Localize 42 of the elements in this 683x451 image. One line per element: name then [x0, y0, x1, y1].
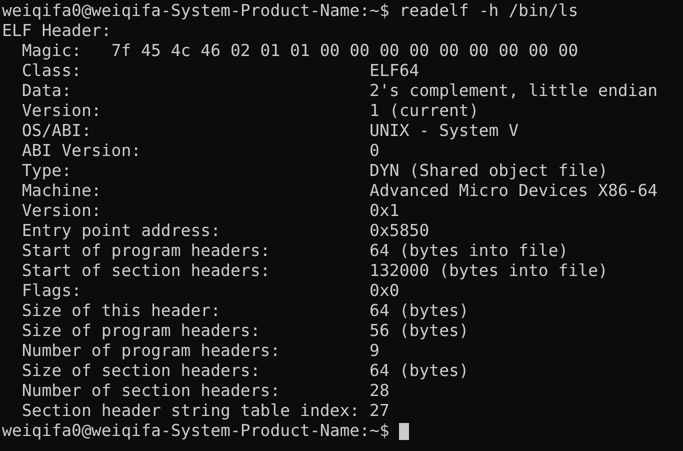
field-value: 27 — [370, 401, 390, 421]
field-label: Size of section headers: — [22, 361, 262, 381]
field-value: 64 (bytes) — [370, 361, 469, 381]
command-text: readelf -h /bin/ls — [399, 1, 578, 21]
field-value: 0x0 — [370, 281, 400, 301]
field-label: Number of program headers: — [22, 341, 282, 361]
shell-prompt: weiqifa0@weiqifa-System-Product-Name:~$ — [2, 421, 390, 441]
field-label: Entry point address: — [22, 221, 222, 241]
field-value: 9 — [370, 341, 380, 361]
field-value: Advanced Micro Devices X86-64 — [370, 181, 658, 201]
field-label: Flags: — [22, 281, 82, 301]
field-value: 28 — [370, 381, 390, 401]
section-title: ELF Header: — [2, 21, 112, 41]
field-label: Magic: — [22, 41, 82, 61]
field-label: Size of program headers: — [22, 321, 262, 341]
field-value: 64 (bytes into file) — [370, 241, 568, 261]
field-label: ABI Version: — [22, 141, 142, 161]
field-label: Size of this header: — [22, 301, 222, 321]
field-label: Start of program headers: — [22, 241, 272, 261]
field-value: 0 — [370, 141, 380, 161]
field-value: ELF64 — [370, 61, 420, 81]
field-value: 7f 45 4c 46 02 01 01 00 00 00 00 00 00 00 00 00 — [111, 41, 578, 61]
field-value: 1 (current) — [370, 101, 479, 121]
field-label: Start of section headers: — [22, 261, 272, 281]
field-label: Version: — [22, 101, 102, 121]
field-label: OS/ABI: — [22, 121, 92, 141]
field-value: 0x5850 — [370, 221, 430, 241]
field-label: Data: — [22, 81, 73, 101]
field-label: Section header string table index: — [22, 401, 361, 421]
field-label: Type: — [22, 161, 73, 181]
field-value: 132000 (bytes into file) — [370, 261, 608, 281]
field-value: 0x1 — [370, 201, 400, 221]
field-label: Number of section headers: — [22, 381, 282, 401]
field-value: 2's complement, little endian — [370, 81, 658, 101]
shell-prompt: weiqifa0@weiqifa-System-Product-Name:~$ — [2, 1, 390, 21]
field-value: DYN (Shared object file) — [370, 161, 608, 181]
field-label: Class: — [22, 61, 82, 81]
field-value: 64 (bytes) — [370, 301, 469, 321]
field-label: Machine: — [22, 181, 102, 201]
field-label: Version: — [22, 201, 102, 221]
field-value: UNIX - System V — [370, 121, 519, 141]
field-value: 56 (bytes) — [370, 321, 469, 341]
